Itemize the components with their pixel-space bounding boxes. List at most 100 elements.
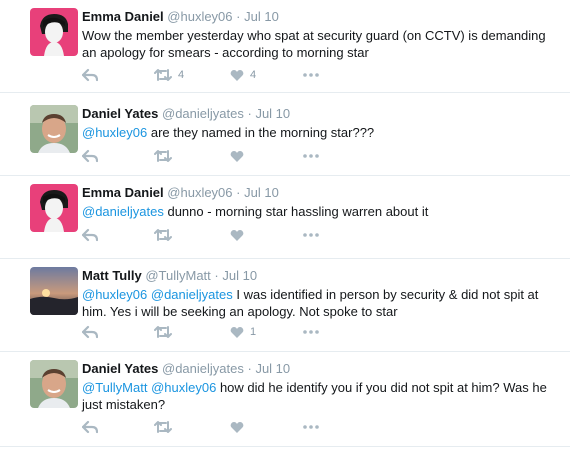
display-name[interactable]: Emma Daniel xyxy=(82,9,164,24)
tweet[interactable]: Daniel Yates @danieljyates · Jul 10 @Tul… xyxy=(0,352,570,447)
username[interactable]: @huxley06 xyxy=(167,9,232,24)
tweet-actions xyxy=(82,227,382,243)
tweet[interactable]: Matt Tully @TullyMatt · Jul 10 @huxley06… xyxy=(0,259,570,352)
tweet[interactable]: Emma Daniel @huxley06 · Jul 10 @danieljy… xyxy=(0,176,570,259)
retweet-button[interactable]: 4 xyxy=(154,67,184,83)
retweet-icon xyxy=(154,326,172,338)
like-icon xyxy=(230,326,244,338)
username[interactable]: @danieljyates xyxy=(162,361,244,376)
mention-link[interactable]: @danieljyates xyxy=(82,204,164,219)
conversation-timeline: Emma Daniel @huxley06 · Jul 10 Wow the m… xyxy=(0,0,570,450)
separator-dot: · xyxy=(214,268,219,283)
like-icon xyxy=(230,69,244,81)
tweet-text-line: him. Yes i will be seeking an apology. N… xyxy=(82,304,398,319)
tweet-text-body: are they named in the morning star??? xyxy=(147,125,375,140)
avatar[interactable] xyxy=(30,105,78,153)
timestamp[interactable]: Jul 10 xyxy=(244,185,279,200)
reply-button[interactable] xyxy=(82,227,98,243)
daniel-yates-avatar xyxy=(30,360,78,408)
like-icon xyxy=(230,421,244,433)
avatar[interactable] xyxy=(30,267,78,315)
reply-button[interactable] xyxy=(82,324,98,340)
tweet-actions: 1 xyxy=(82,324,382,340)
tweet-header: Matt Tully @TullyMatt · Jul 10 xyxy=(82,268,556,284)
tweet-text-body: how did he identify you if you did not s… xyxy=(216,380,547,395)
like-count: 4 xyxy=(250,69,257,81)
display-name[interactable]: Emma Daniel xyxy=(82,185,164,200)
username[interactable]: @TullyMatt xyxy=(145,268,210,283)
display-name[interactable]: Daniel Yates xyxy=(82,106,158,121)
tweet-actions xyxy=(82,148,382,164)
avatar[interactable] xyxy=(30,184,78,232)
retweet-button[interactable] xyxy=(154,324,172,340)
retweet-button[interactable] xyxy=(154,148,172,164)
reply-button[interactable] xyxy=(82,148,98,164)
reply-icon xyxy=(82,325,98,339)
tweet-text: Wow the member yesterday who spat at sec… xyxy=(82,27,556,61)
like-icon xyxy=(230,229,244,241)
like-button[interactable] xyxy=(230,148,244,164)
tweet[interactable]: Emma Daniel @huxley06 · Jul 10 Wow the m… xyxy=(0,0,570,93)
username[interactable]: @danieljyates xyxy=(162,106,244,121)
retweet-icon xyxy=(154,150,172,162)
more-button[interactable] xyxy=(303,148,319,164)
tweet-text: @huxley06 are they named in the morning … xyxy=(82,124,556,141)
retweet-button[interactable] xyxy=(154,227,172,243)
like-button[interactable] xyxy=(230,227,244,243)
timestamp[interactable]: Jul 10 xyxy=(255,361,290,376)
tweet-header: Daniel Yates @danieljyates · Jul 10 xyxy=(82,361,556,377)
retweet-button[interactable] xyxy=(154,419,172,435)
like-button[interactable] xyxy=(230,419,244,435)
more-button[interactable] xyxy=(303,227,319,243)
display-name[interactable]: Matt Tully xyxy=(82,268,142,283)
like-count: 1 xyxy=(250,326,257,338)
reply-icon xyxy=(82,68,98,82)
retweet-icon xyxy=(154,229,172,241)
more-button[interactable] xyxy=(303,324,319,340)
like-icon xyxy=(230,150,244,162)
more-button[interactable] xyxy=(303,419,319,435)
mention-link[interactable]: @TullyMatt xyxy=(82,380,147,395)
display-name[interactable]: Daniel Yates xyxy=(82,361,158,376)
more-button[interactable] xyxy=(303,67,319,83)
separator-dot: · xyxy=(236,185,241,200)
avatar[interactable] xyxy=(30,8,78,56)
reply-button[interactable] xyxy=(82,419,98,435)
mention-link[interactable]: @danieljyates xyxy=(151,287,233,302)
reply-icon xyxy=(82,420,98,434)
username[interactable]: @huxley06 xyxy=(167,185,232,200)
tweet-text: @TullyMatt @huxley06 how did he identify… xyxy=(82,379,556,413)
emma-daniel-avatar xyxy=(30,8,78,56)
tweet-actions xyxy=(82,419,382,435)
like-button[interactable]: 4 xyxy=(230,67,256,83)
tweet-header: Emma Daniel @huxley06 · Jul 10 xyxy=(82,185,556,201)
timestamp[interactable]: Jul 10 xyxy=(222,268,257,283)
retweet-icon xyxy=(154,69,172,81)
reply-button[interactable] xyxy=(82,67,98,83)
reply-icon xyxy=(82,149,98,163)
tweet[interactable]: Daniel Yates @danieljyates · Jul 10 @hux… xyxy=(0,93,570,176)
more-icon xyxy=(303,233,319,237)
separator-dot: · xyxy=(247,106,252,121)
retweet-count: 4 xyxy=(178,69,185,81)
tweet-text-line: an apology for smears - according to mor… xyxy=(82,45,369,60)
matt-tully-avatar xyxy=(30,267,78,315)
tweet-text-line: just mistaken? xyxy=(82,397,166,412)
avatar[interactable] xyxy=(30,360,78,408)
more-icon xyxy=(303,330,319,334)
timestamp[interactable]: Jul 10 xyxy=(255,106,290,121)
mention-link[interactable]: @huxley06 xyxy=(82,287,147,302)
like-button[interactable]: 1 xyxy=(230,324,256,340)
timestamp[interactable]: Jul 10 xyxy=(244,9,279,24)
tweet-text-line: Wow the member yesterday who spat at sec… xyxy=(82,28,546,43)
tweet-header: Daniel Yates @danieljyates · Jul 10 xyxy=(82,106,556,122)
tweet-header: Emma Daniel @huxley06 · Jul 10 xyxy=(82,9,556,25)
tweet-text-body: I was identified in person by security &… xyxy=(232,287,539,302)
mention-link[interactable]: @huxley06 xyxy=(82,125,147,140)
separator-dot: · xyxy=(236,9,241,24)
mention-link[interactable]: @huxley06 xyxy=(151,380,216,395)
more-icon xyxy=(303,154,319,158)
tweet-text: @huxley06 @danieljyates I was identified… xyxy=(82,286,556,320)
retweet-icon xyxy=(154,421,172,433)
daniel-yates-avatar xyxy=(30,105,78,153)
